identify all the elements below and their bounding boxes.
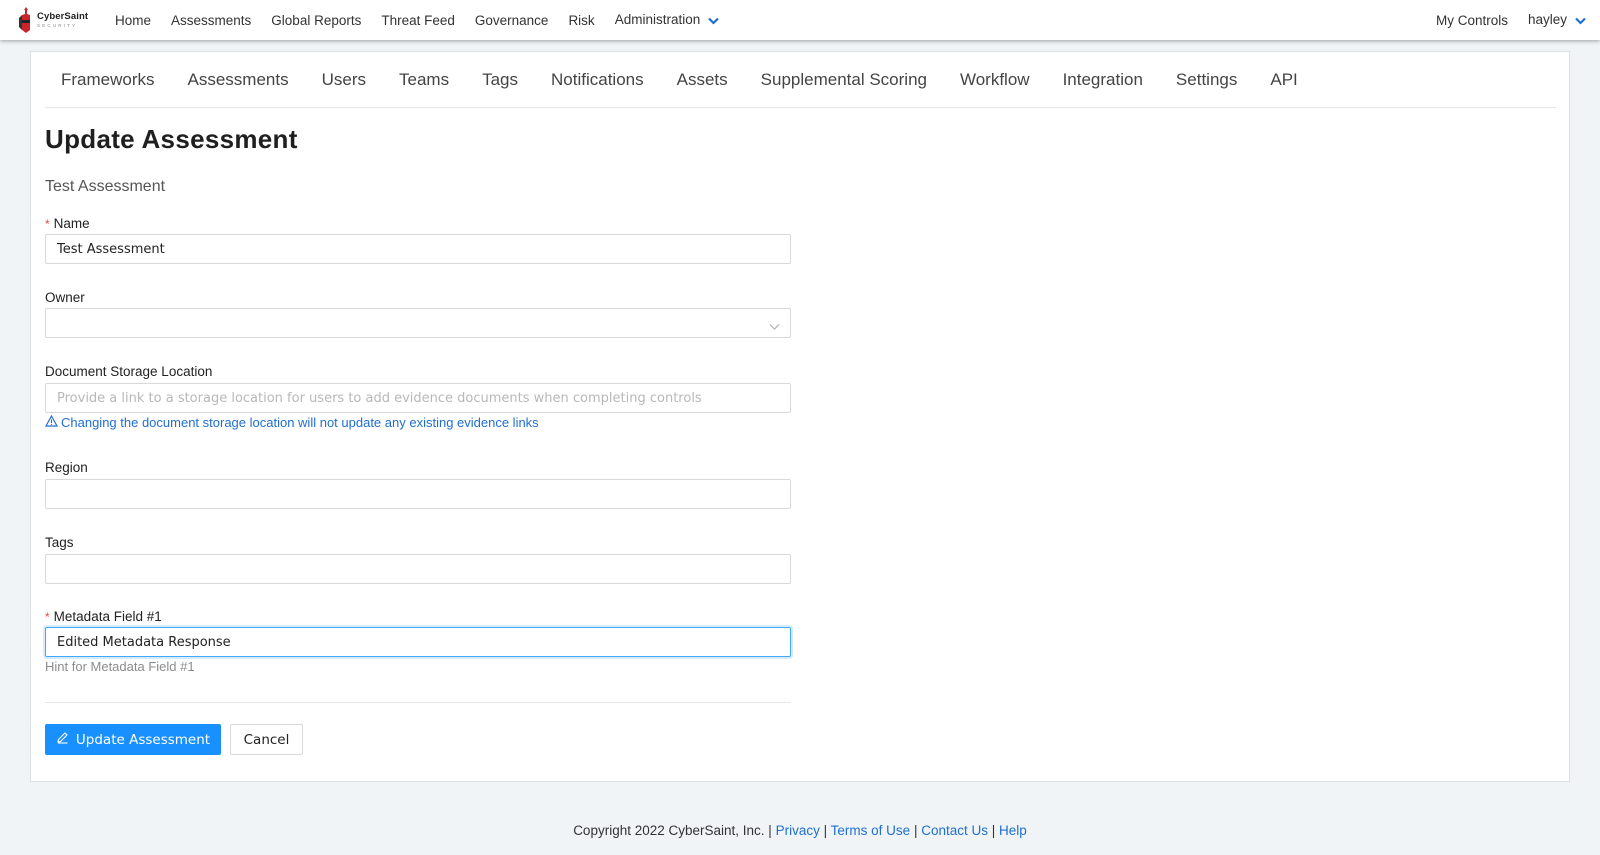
nav-my-controls[interactable]: My Controls: [1436, 13, 1508, 28]
cybersaint-logo[interactable]: CyberSaint SECURITY: [18, 5, 90, 35]
update-assessment-label: Update Assessment: [75, 731, 211, 748]
top-navbar: CyberSaint SECURITY Home Assessments Glo…: [0, 0, 1600, 40]
logo-name: CyberSaint: [37, 11, 89, 22]
update-assessment-button[interactable]: Update Assessment: [45, 724, 221, 755]
page-title: Update Assessment: [45, 124, 298, 154]
tags-label: Tags: [45, 535, 74, 550]
tab-assessments[interactable]: Assessments: [188, 70, 289, 90]
doc-storage-input[interactable]: [45, 383, 791, 413]
tab-frameworks[interactable]: Frameworks: [61, 70, 155, 90]
tab-assets[interactable]: Assets: [677, 70, 728, 90]
tab-workflow[interactable]: Workflow: [960, 70, 1030, 90]
user-nav: My Controls hayley: [1416, 0, 1586, 40]
footer-contact-link[interactable]: Contact Us: [921, 823, 988, 838]
chevron-down-icon: [1575, 13, 1586, 28]
tab-api[interactable]: API: [1270, 70, 1297, 90]
required-asterisk: *: [45, 217, 50, 231]
required-asterisk: *: [45, 610, 50, 624]
region-input[interactable]: [45, 479, 791, 509]
doc-storage-warning: Changing the document storage location w…: [44, 414, 539, 430]
form-divider: [45, 702, 791, 703]
nav-threat-feed[interactable]: Threat Feed: [381, 13, 455, 28]
cancel-button[interactable]: Cancel: [230, 724, 303, 755]
tab-teams[interactable]: Teams: [399, 70, 449, 90]
nav-assessments[interactable]: Assessments: [171, 13, 251, 28]
doc-storage-label: Document Storage Location: [45, 364, 213, 379]
owner-label: Owner: [45, 290, 85, 305]
nav-administration[interactable]: Administration: [615, 12, 720, 28]
tab-supplemental-scoring[interactable]: Supplemental Scoring: [761, 70, 927, 90]
region-label: Region: [45, 460, 88, 475]
chevron-down-icon: [708, 13, 720, 28]
metadata-label: * Metadata Field #1: [45, 609, 162, 624]
metadata-input[interactable]: [45, 627, 791, 657]
footer-privacy-link[interactable]: Privacy: [776, 823, 820, 838]
name-input[interactable]: [45, 234, 791, 264]
footer-help-link[interactable]: Help: [999, 823, 1027, 838]
footer-copyright: Copyright 2022 CyberSaint, Inc. |: [573, 823, 772, 838]
warning-triangle-icon: [44, 414, 61, 430]
tab-notifications[interactable]: Notifications: [551, 70, 644, 90]
admin-tabs: Frameworks Assessments Users Teams Tags …: [45, 52, 1556, 108]
metadata-label-text: Metadata Field #1: [53, 609, 162, 624]
main-nav: Home Assessments Global Reports Threat F…: [115, 0, 739, 40]
footer-terms-link[interactable]: Terms of Use: [831, 823, 911, 838]
footer-separator: |: [913, 823, 918, 838]
tab-users[interactable]: Users: [322, 70, 366, 90]
footer-separator: |: [991, 823, 996, 838]
admin-card: Frameworks Assessments Users Teams Tags …: [30, 51, 1570, 782]
user-name: hayley: [1527, 12, 1567, 28]
footer-separator: |: [823, 823, 828, 838]
footer: Copyright 2022 CyberSaint, Inc. | Privac…: [0, 823, 1600, 838]
tags-input[interactable]: [45, 554, 791, 584]
nav-global-reports[interactable]: Global Reports: [271, 13, 361, 28]
nav-risk[interactable]: Risk: [568, 13, 594, 28]
user-menu[interactable]: hayley: [1528, 12, 1586, 28]
nav-governance[interactable]: Governance: [475, 13, 549, 28]
nav-administration-label: Administration: [614, 12, 701, 28]
edit-icon: [56, 731, 76, 748]
cybersaint-logo-icon: [19, 7, 30, 33]
page-subtitle: Test Assessment: [45, 178, 166, 195]
chevron-down-icon: [769, 318, 780, 336]
tab-integration[interactable]: Integration: [1063, 70, 1143, 90]
nav-home[interactable]: Home: [115, 13, 151, 28]
tab-tags[interactable]: Tags: [482, 70, 518, 90]
name-label-text: Name: [53, 216, 90, 231]
warning-text: Changing the document storage location w…: [61, 415, 539, 430]
tab-settings[interactable]: Settings: [1176, 70, 1237, 90]
owner-select[interactable]: [45, 308, 791, 338]
name-label: * Name: [45, 216, 90, 231]
metadata-hint: Hint for Metadata Field #1: [45, 659, 195, 674]
logo-subtitle: SECURITY: [37, 22, 78, 28]
